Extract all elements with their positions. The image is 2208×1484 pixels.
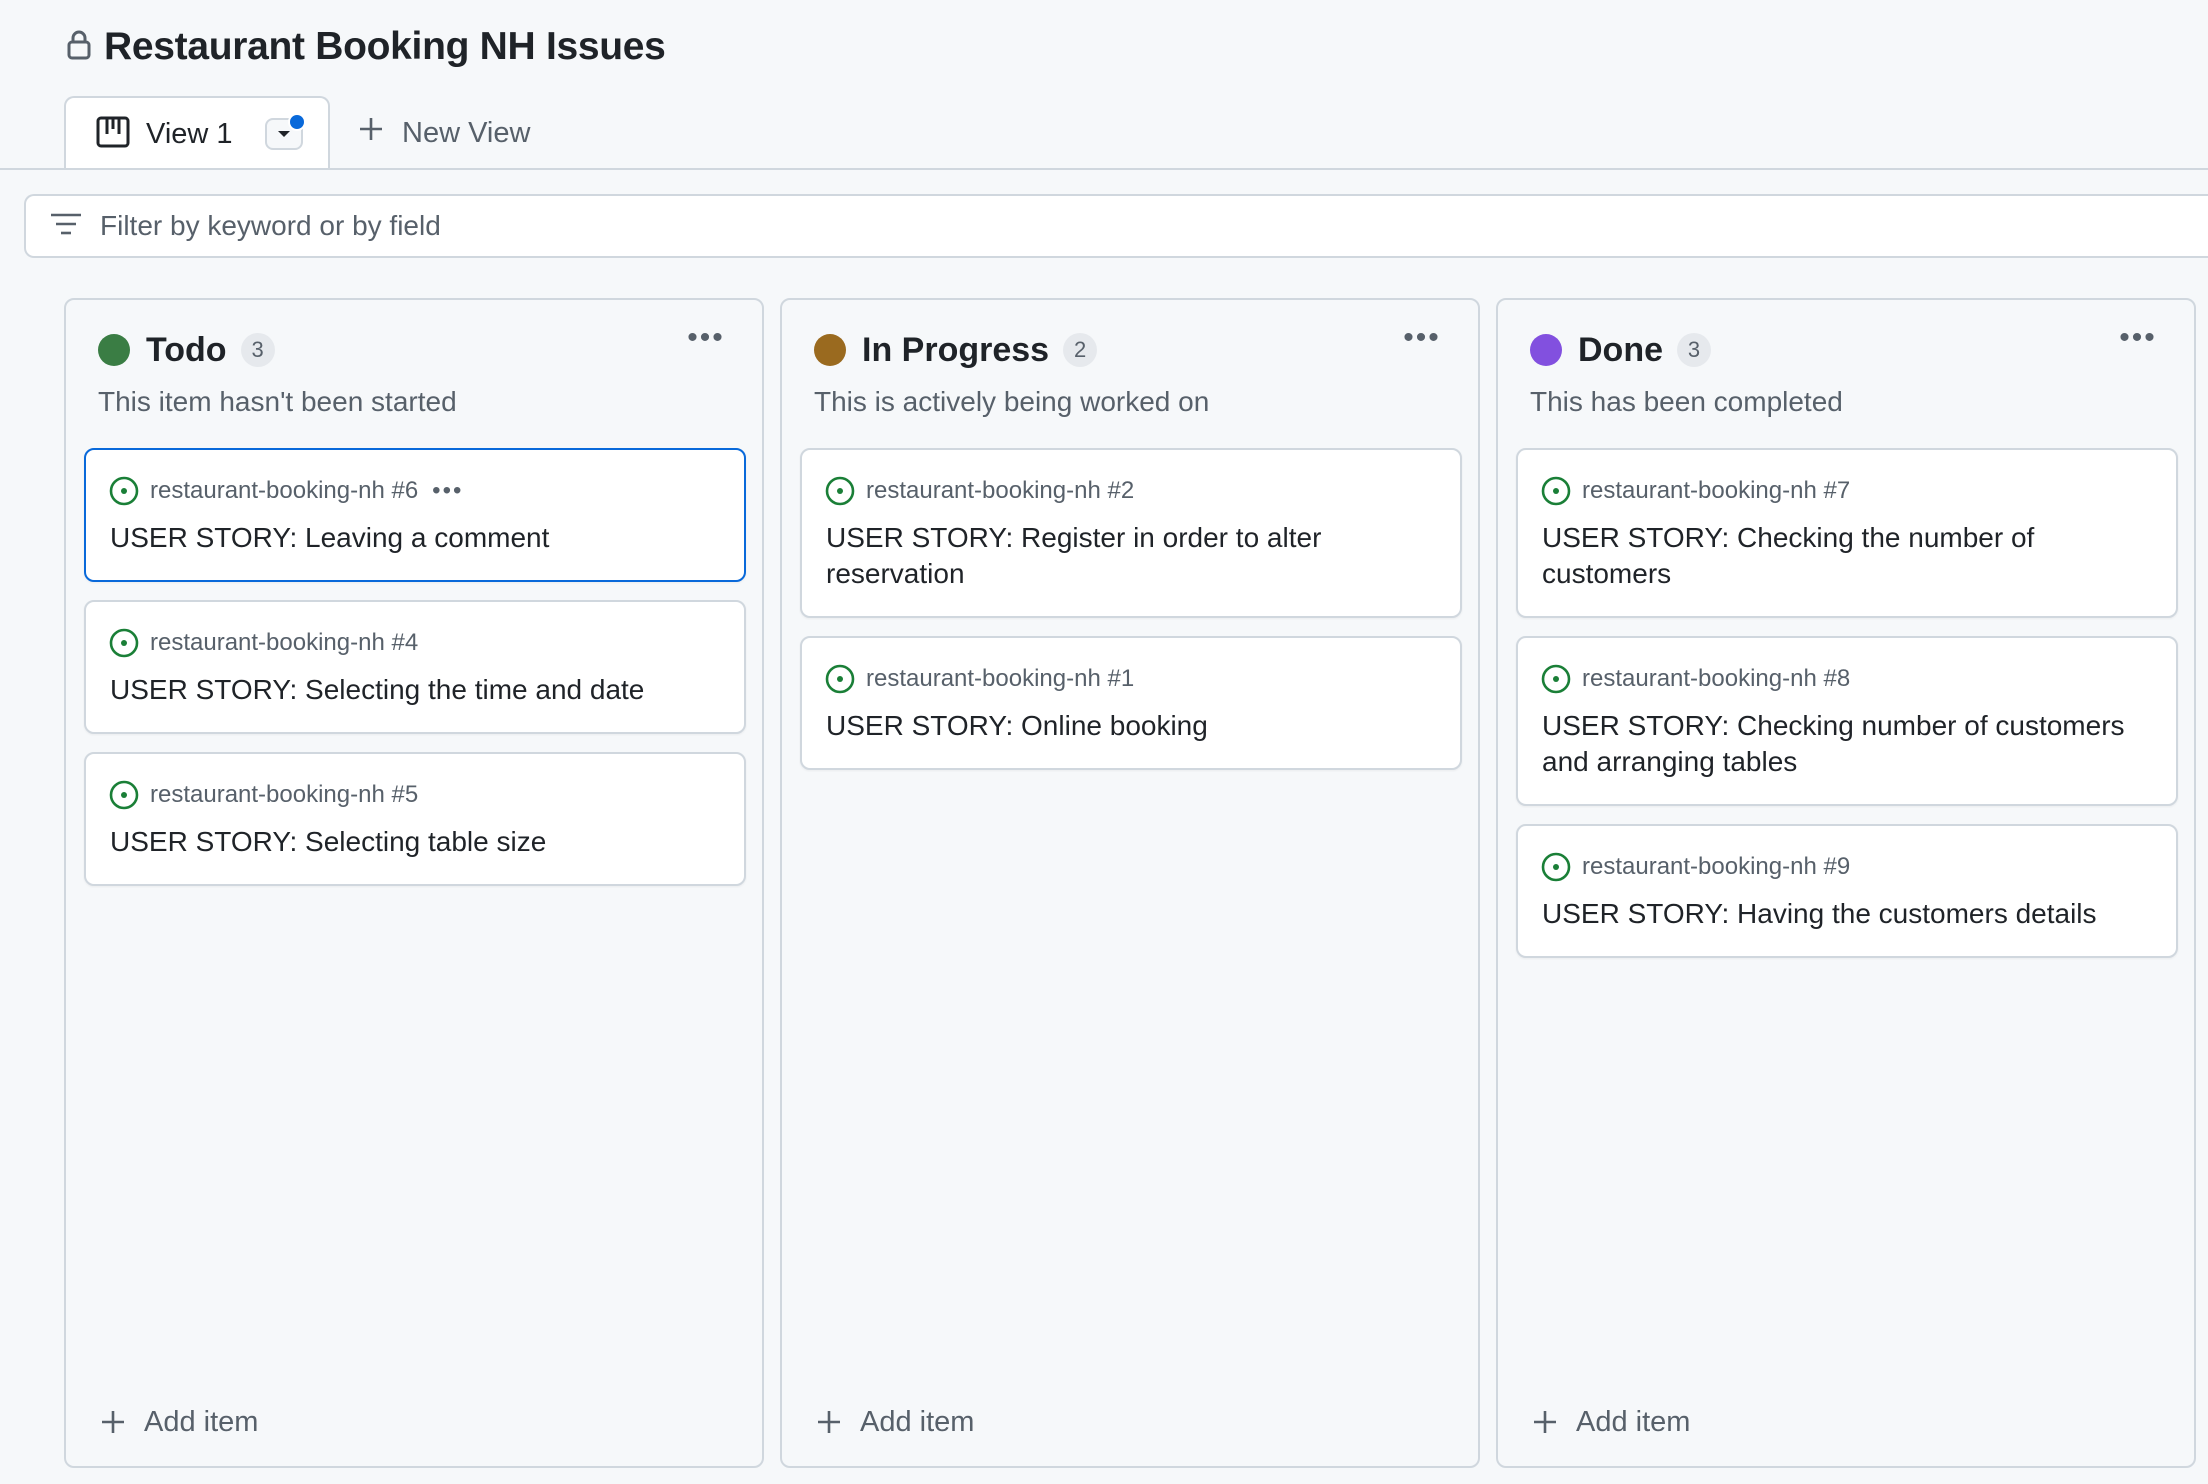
- issue-reference[interactable]: restaurant-booking-nh #9: [1582, 853, 1850, 881]
- card-meta: restaurant-booking-nh #8: [1540, 662, 1850, 696]
- new-view-button[interactable]: New View: [358, 110, 530, 156]
- item-count: 2: [1063, 333, 1098, 367]
- issue-reference[interactable]: restaurant-booking-nh #5: [150, 781, 418, 809]
- plus-icon: [102, 1411, 124, 1433]
- view-options-button[interactable]: [264, 113, 306, 150]
- column-in-progress: In Progress 2 ••• This is actively being…: [780, 298, 1480, 1468]
- issue-title[interactable]: USER STORY: Checking the number of custo…: [1542, 520, 2152, 592]
- column-more-options-icon[interactable]: •••: [2118, 323, 2158, 358]
- column-done: Done 3 ••• This has been completed resta…: [1496, 298, 2196, 1468]
- add-item-label: Add item: [144, 1405, 259, 1438]
- column-more-options-icon[interactable]: •••: [686, 323, 726, 358]
- column-description: This item hasn't been started: [98, 386, 457, 417]
- project-header: Restaurant Booking NH Issues View 1 New …: [0, 0, 2208, 170]
- open-issue-icon: [1541, 664, 1571, 694]
- issue-reference[interactable]: restaurant-booking-nh #1: [866, 665, 1134, 693]
- column-description: This is actively being worked on: [814, 386, 1210, 417]
- column-title: Todo: [146, 330, 227, 369]
- column-header: Todo 3: [98, 330, 275, 370]
- board-icon: [96, 116, 130, 153]
- issue-reference[interactable]: restaurant-booking-nh #6: [150, 477, 418, 505]
- issue-reference[interactable]: restaurant-booking-nh #7: [1582, 477, 1850, 505]
- add-item-label: Add item: [1576, 1405, 1691, 1438]
- filter-bar[interactable]: [24, 194, 2208, 258]
- card-meta: restaurant-booking-nh #2: [824, 474, 1134, 508]
- issue-card[interactable]: restaurant-booking-nh #4 USER STORY: Sel…: [84, 600, 746, 734]
- column-header: Done 3: [1530, 330, 1711, 370]
- page-title: Restaurant Booking NH Issues: [104, 25, 666, 68]
- caret-down-icon: [277, 131, 290, 137]
- title-row: Restaurant Booking NH Issues: [66, 22, 666, 72]
- card-meta: restaurant-booking-nh #5: [108, 778, 418, 812]
- card-meta: restaurant-booking-nh #9: [1540, 850, 1850, 884]
- tabs-divider: [0, 168, 2208, 170]
- filter-input[interactable]: [98, 209, 1102, 243]
- filter-icon: [50, 212, 82, 241]
- issue-title[interactable]: USER STORY: Checking number of customers…: [1542, 708, 2152, 780]
- status-dot: [1530, 334, 1562, 366]
- add-item-button[interactable]: Add item: [1532, 1400, 1690, 1444]
- card-meta: restaurant-booking-nh #6 •••: [108, 474, 463, 508]
- open-issue-icon: [109, 628, 139, 658]
- add-item-button[interactable]: Add item: [816, 1400, 974, 1444]
- issue-title[interactable]: USER STORY: Selecting the time and date: [110, 672, 720, 708]
- tab-label: View 1: [146, 117, 233, 150]
- issue-card[interactable]: restaurant-booking-nh #8 USER STORY: Che…: [1516, 636, 2178, 806]
- plus-icon: [818, 1411, 840, 1433]
- column-todo: Todo 3 ••• This item hasn't been started…: [64, 298, 764, 1468]
- open-issue-icon: [1541, 476, 1571, 506]
- item-count: 3: [1677, 333, 1711, 367]
- issue-card[interactable]: restaurant-booking-nh #6 ••• USER STORY:…: [84, 448, 746, 582]
- open-issue-icon: [825, 664, 855, 694]
- column-more-options-icon[interactable]: •••: [1402, 323, 1442, 358]
- column-title: Done: [1578, 330, 1663, 369]
- issue-card[interactable]: restaurant-booking-nh #1 USER STORY: Onl…: [800, 636, 1462, 770]
- open-issue-icon: [1541, 852, 1571, 882]
- issue-title[interactable]: USER STORY: Selecting table size: [110, 824, 720, 860]
- issue-title[interactable]: USER STORY: Leaving a comment: [110, 520, 720, 556]
- column-description: This has been completed: [1530, 386, 1843, 417]
- card-meta: restaurant-booking-nh #4: [108, 626, 418, 660]
- issue-title[interactable]: USER STORY: Online booking: [826, 708, 1436, 744]
- new-view-label: New View: [402, 116, 531, 149]
- issue-reference[interactable]: restaurant-booking-nh #2: [866, 477, 1134, 505]
- issue-card[interactable]: restaurant-booking-nh #9 USER STORY: Hav…: [1516, 824, 2178, 958]
- issue-reference[interactable]: restaurant-booking-nh #8: [1582, 665, 1850, 693]
- tab-view-1[interactable]: View 1: [64, 96, 330, 170]
- plus-icon: [358, 116, 384, 150]
- status-dot: [98, 334, 130, 366]
- open-issue-icon: [109, 780, 139, 810]
- unsaved-changes-dot: [287, 113, 306, 131]
- status-dot: [814, 334, 846, 366]
- lock-icon: [66, 29, 92, 66]
- card-more-options-icon[interactable]: •••: [432, 477, 463, 505]
- column-title: In Progress: [862, 330, 1050, 369]
- issue-title[interactable]: USER STORY: Register in order to alter r…: [826, 520, 1436, 592]
- open-issue-icon: [109, 476, 139, 506]
- add-item-label: Add item: [860, 1405, 975, 1438]
- open-issue-icon: [825, 476, 855, 506]
- issue-card[interactable]: restaurant-booking-nh #2 USER STORY: Reg…: [800, 448, 1462, 618]
- issue-card[interactable]: restaurant-booking-nh #7 USER STORY: Che…: [1516, 448, 2178, 618]
- item-count: 3: [240, 333, 275, 367]
- issue-reference[interactable]: restaurant-booking-nh #4: [150, 629, 418, 657]
- plus-icon: [1534, 1411, 1556, 1433]
- issue-card[interactable]: restaurant-booking-nh #5 USER STORY: Sel…: [84, 752, 746, 886]
- column-header: In Progress 2: [814, 330, 1098, 370]
- add-item-button[interactable]: Add item: [100, 1400, 258, 1444]
- issue-title[interactable]: USER STORY: Having the customers details: [1542, 896, 2152, 932]
- card-meta: restaurant-booking-nh #1: [824, 662, 1134, 696]
- card-meta: restaurant-booking-nh #7: [1540, 474, 1850, 508]
